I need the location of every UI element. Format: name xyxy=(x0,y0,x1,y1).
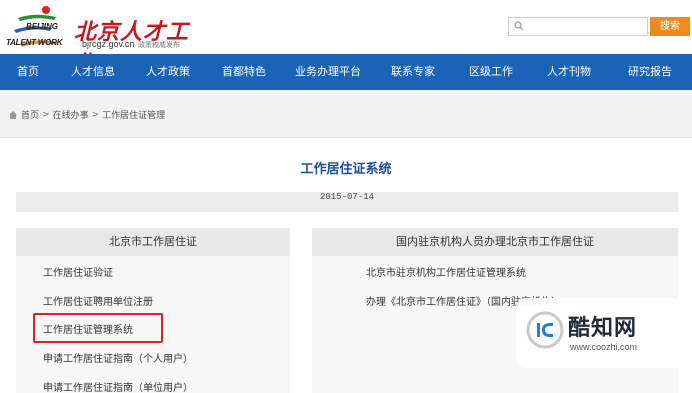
watermark: 酷知网 www.coozhi.com xyxy=(516,298,684,368)
nav-item-business-platform[interactable]: 业务办理平台 xyxy=(282,54,374,90)
link-guide-employer[interactable]: 申请工作居住证指南（单位用户） xyxy=(43,379,193,393)
main-nav: 首页 人才信息 人才政策 首都特色 业务办理平台 联系专家 区级工作 人才刊物 … xyxy=(0,54,692,90)
panel-beijing-work-residence: 北京市工作居住证 xyxy=(16,228,290,393)
nav-item-publications[interactable]: 人才刊物 xyxy=(530,54,608,90)
link-employer-registration[interactable]: 工作居住证聘用单位注册 xyxy=(43,293,153,308)
site-header: BEIJING TALENT WORK 北京人才工作 bjrcgz.gov.cn… xyxy=(0,0,692,77)
watermark-url: www.coozhi.com xyxy=(570,342,638,352)
nav-item-talent-policy[interactable]: 人才政策 xyxy=(130,54,206,90)
panel-title: 国内驻京机构人员办理北京市工作居住证 xyxy=(312,228,678,256)
search-input[interactable] xyxy=(529,19,644,34)
nav-item-research-reports[interactable]: 研究报告 xyxy=(608,54,692,90)
link-institution-management-system[interactable]: 北京市驻京机构工作居住证管理系统 xyxy=(366,264,526,279)
home-icon xyxy=(9,110,17,119)
highlight-annotation xyxy=(33,313,163,343)
search-box xyxy=(508,17,648,36)
site-logo[interactable]: BEIJING TALENT WORK 北京人才工作 bjrcgz.gov.cn… xyxy=(6,4,206,77)
coozhi-logo-icon xyxy=(526,311,564,349)
page-title: 工作居住证系统 xyxy=(300,162,392,177)
nav-item-home[interactable]: 首页 xyxy=(0,54,56,90)
watermark-name: 酷知网 xyxy=(568,316,638,341)
publish-date: 2015-07-14 xyxy=(16,192,678,212)
logo-slogan: 政策权威发布 xyxy=(138,41,180,49)
breadcrumb: 首页 > 在线办事 > 工作居住证管理 xyxy=(8,108,165,121)
nav-item-capital-features[interactable]: 首都特色 xyxy=(206,54,282,90)
logo-text-en-2: TALENT WORK xyxy=(6,38,63,47)
logo-url: bjrcgz.gov.cn xyxy=(82,39,135,49)
breadcrumb-separator: > xyxy=(91,109,100,120)
nav-item-talent-info[interactable]: 人才信息 xyxy=(56,54,130,90)
link-permit-verification[interactable]: 工作居住证验证 xyxy=(43,264,113,279)
breadcrumb-home[interactable]: 首页 xyxy=(21,108,39,121)
breadcrumb-level1[interactable]: 在线办事 xyxy=(53,108,89,121)
search-icon xyxy=(514,21,524,31)
breadcrumb-separator: > xyxy=(42,109,50,120)
breadcrumb-level2: 工作居住证管理 xyxy=(102,111,166,121)
search-button[interactable]: 搜索 xyxy=(650,17,690,36)
nav-item-contact-experts[interactable]: 联系专家 xyxy=(374,54,452,90)
panel-title: 北京市工作居住证 xyxy=(16,228,290,256)
link-guide-individual[interactable]: 申请工作居住证指南（个人用户） xyxy=(43,350,193,365)
nav-item-district-work[interactable]: 区级工作 xyxy=(452,54,530,90)
logo-text-en-1: BEIJING xyxy=(26,22,59,31)
